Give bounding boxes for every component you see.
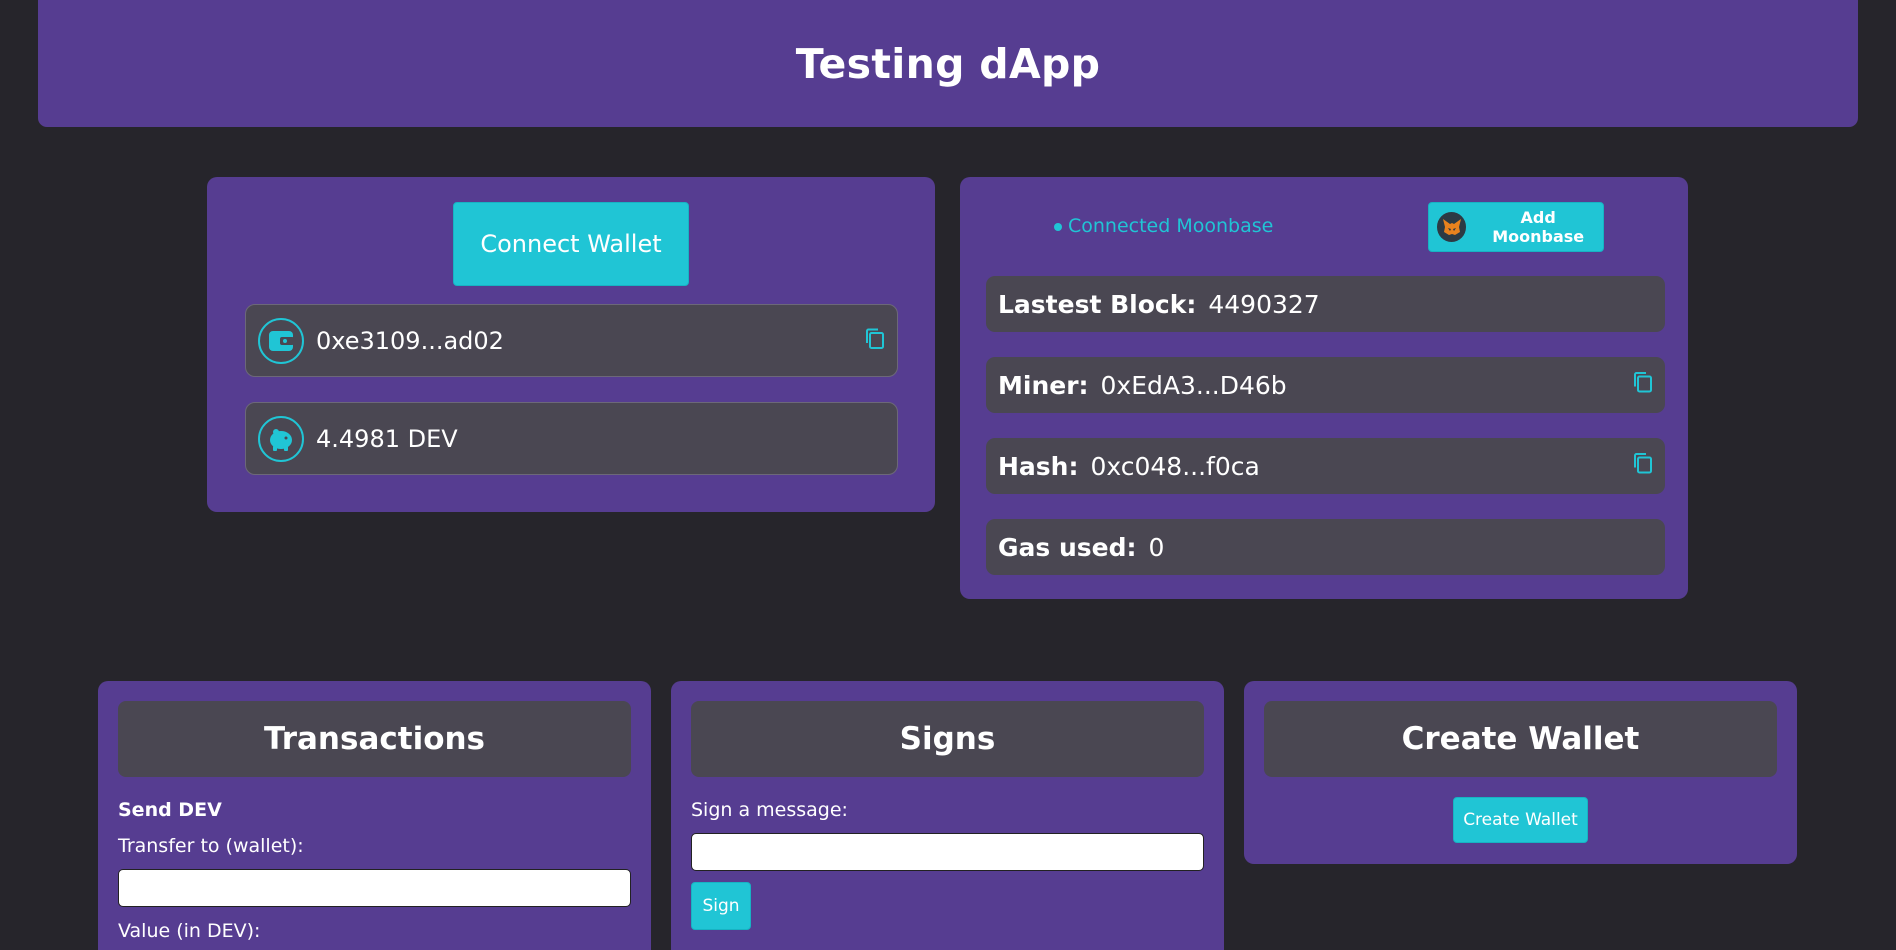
miner-row: Miner: 0xEdA3...D46b [986,357,1665,413]
value-label: Value (in DEV): [118,920,261,942]
piggy-bank-icon [258,415,304,462]
latest-block-label: Lastest Block: [998,289,1197,319]
gas-used-value: 0 [1148,532,1165,562]
wallet-address-row: 0xe3109...ad02 [245,304,898,377]
signs-card: Signs Sign a message: Sign [671,681,1224,950]
transactions-card: Transactions Send DEV Transfer to (walle… [98,681,651,950]
add-moonbase-button[interactable]: Add Moonbase [1428,202,1604,252]
latest-block-value: 4490327 [1208,289,1320,319]
hash-row: Hash: 0xc048...f0ca [986,438,1665,494]
copy-icon[interactable] [1633,452,1653,481]
miner-label: Miner: [998,370,1089,400]
wallet-balance-row: 4.4981 DEV [245,402,898,475]
transfer-to-input[interactable] [118,869,631,907]
wallet-icon [258,317,304,364]
copy-icon[interactable] [1633,371,1653,400]
hash-value: 0xc048...f0ca [1090,451,1260,481]
create-wallet-title: Create Wallet [1264,701,1777,777]
add-moonbase-label: Add Moonbase [1492,208,1585,246]
transfer-to-label: Transfer to (wallet): [118,835,304,857]
metamask-fox-icon [1437,212,1467,242]
connection-status-label: Connected Moonbase [1068,215,1274,237]
page-title: Testing dApp [795,39,1101,88]
gas-used-row: Gas used: 0 [986,519,1665,575]
network-panel: Connected Moonbase Add Moonbase Lastest … [960,177,1688,599]
app-header: Testing dApp [38,0,1858,127]
transactions-title: Transactions [118,701,631,777]
connect-wallet-button[interactable]: Connect Wallet [453,202,689,286]
hash-label: Hash: [998,451,1079,481]
gas-used-label: Gas used: [998,532,1137,562]
connection-status: Connected Moonbase [1054,215,1273,237]
wallet-address: 0xe3109...ad02 [316,326,504,355]
copy-icon[interactable] [865,328,885,354]
sign-message-input[interactable] [691,833,1204,871]
signs-title: Signs [691,701,1204,777]
dapp-page: Testing dApp Connect Wallet 0xe3109...ad… [0,0,1896,950]
sign-message-label: Sign a message: [691,799,848,821]
sign-button[interactable]: Sign [691,882,751,930]
status-dot-icon [1054,222,1062,231]
miner-value: 0xEdA3...D46b [1100,370,1287,400]
send-dev-heading: Send DEV [118,799,222,821]
create-wallet-card: Create Wallet Create Wallet [1244,681,1797,864]
wallet-panel: Connect Wallet 0xe3109...ad02 4.4981 DEV [207,177,935,512]
wallet-balance: 4.4981 DEV [316,424,458,453]
create-wallet-button[interactable]: Create Wallet [1453,797,1588,843]
latest-block-row: Lastest Block: 4490327 [986,276,1665,332]
